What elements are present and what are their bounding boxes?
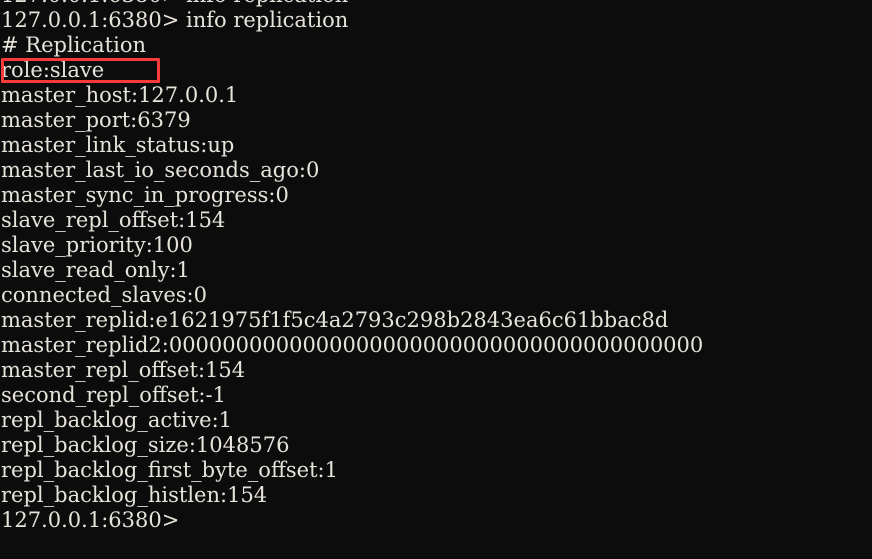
terminal-line: 127.0.0.1:6380> info replication <box>1 0 871 8</box>
terminal-line: slave_read_only:1 <box>1 258 190 282</box>
terminal-line: master_replid2:0000000000000000000000000… <box>1 333 704 357</box>
terminal-line: role:slave <box>1 58 105 82</box>
terminal-line: repl_backlog_size:1048576 <box>1 433 290 457</box>
terminal-line: repl_backlog_active:1 <box>1 408 233 432</box>
terminal-line: 127.0.0.1:6380> info replication <box>1 8 349 32</box>
terminal-line: master_replid:e1621975f1f5c4a2793c298b28… <box>1 308 669 332</box>
terminal-line: # Replication <box>1 33 146 57</box>
terminal-line: 127.0.0.1:6380> <box>1 508 180 532</box>
terminal-line: slave_repl_offset:154 <box>1 208 226 232</box>
terminal-line: second_repl_offset:-1 <box>1 383 226 407</box>
terminal-line: master_sync_in_progress:0 <box>1 183 289 207</box>
terminal-line: master_port:6379 <box>1 108 191 132</box>
terminal-line: slave_priority:100 <box>1 233 193 257</box>
terminal-line: master_last_io_seconds_ago:0 <box>1 158 320 182</box>
terminal-line: master_repl_offset:154 <box>1 358 246 382</box>
terminal-line: master_link_status:up <box>1 133 235 157</box>
terminal-line: master_host:127.0.0.1 <box>1 83 239 107</box>
terminal-output: 127.0.0.1:6380> info replication127.0.0.… <box>1 0 871 533</box>
terminal-line: repl_backlog_histlen:154 <box>1 483 268 507</box>
terminal-window[interactable]: 127.0.0.1:6380> info replication127.0.0.… <box>0 0 872 559</box>
terminal-line: connected_slaves:0 <box>1 283 207 307</box>
terminal-line: repl_backlog_first_byte_offset:1 <box>1 458 338 482</box>
